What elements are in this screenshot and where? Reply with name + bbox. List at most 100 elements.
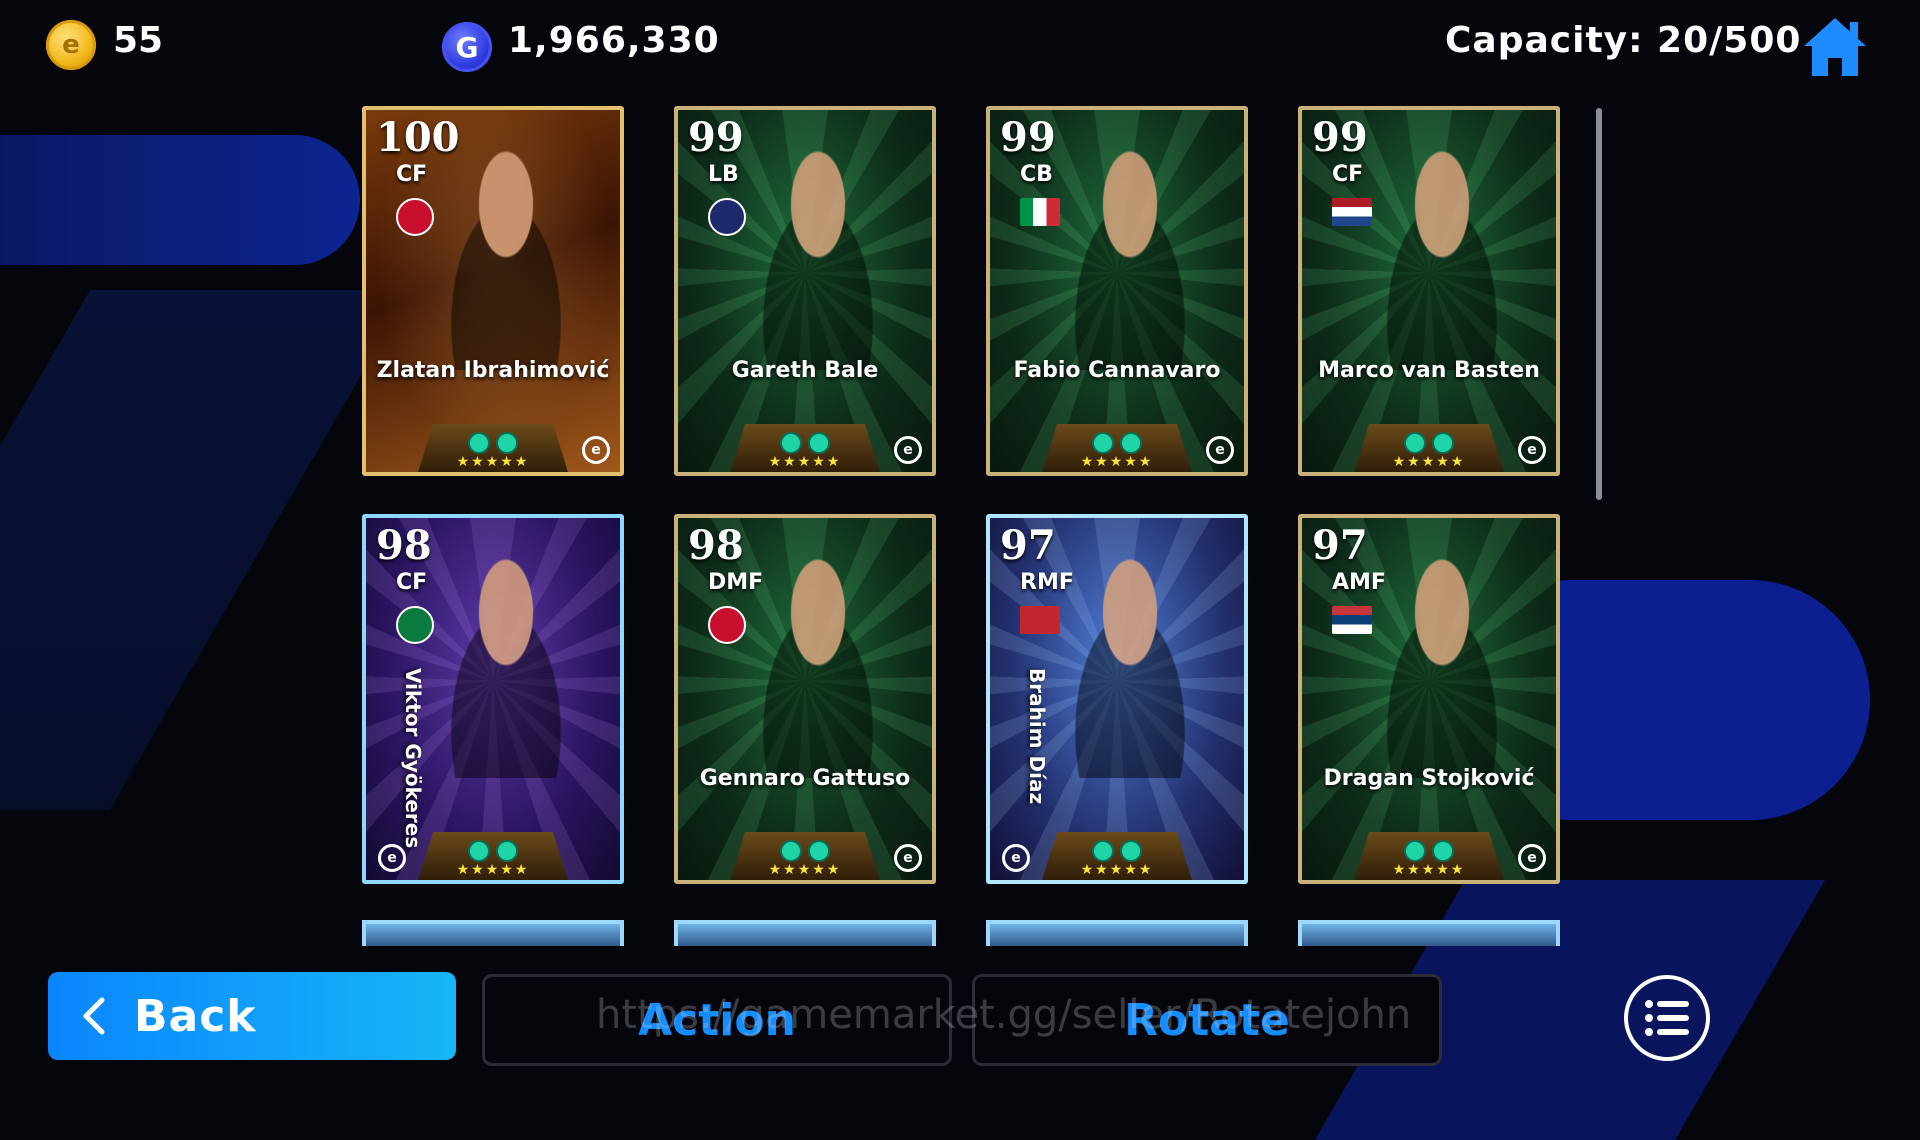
player-rating: 97 <box>1312 522 1368 569</box>
player-card[interactable]: 97 AMF Dragan Stojković ★★★★★ e <box>1298 514 1560 884</box>
star-rating: ★★★★★ <box>1080 862 1154 878</box>
player-position: LB <box>708 162 739 187</box>
skill-icon <box>468 840 490 862</box>
player-position: DMF <box>708 570 764 595</box>
player-name: Marco van Basten <box>1318 358 1540 383</box>
skill-icon <box>1092 840 1114 862</box>
player-position: RMF <box>1020 570 1074 595</box>
skill-icon <box>780 840 802 862</box>
background-shape <box>0 135 360 265</box>
menu-button[interactable] <box>1624 975 1710 1061</box>
club-crest-icon <box>708 198 746 236</box>
player-card[interactable]: 98 CF Viktor Gyökeres ★★★★★ e <box>362 514 624 884</box>
rotate-button[interactable]: Rotate <box>972 974 1442 1066</box>
back-label: Back <box>134 990 257 1042</box>
player-card-partial[interactable] <box>674 920 936 946</box>
skill-icon <box>808 840 830 862</box>
skill-icons <box>1404 432 1454 454</box>
list-icon <box>1645 1000 1689 1036</box>
skill-icon <box>496 432 518 454</box>
player-name: Gennaro Gattuso <box>699 766 911 791</box>
skill-icon <box>1120 432 1142 454</box>
rotate-label: Rotate <box>1124 994 1290 1046</box>
player-rating: 100 <box>376 114 460 161</box>
club-crest-icon <box>396 198 434 236</box>
efootball-logo-icon: e <box>894 844 922 872</box>
player-position: CB <box>1020 162 1053 187</box>
player-card[interactable]: 99 CB Fabio Cannavaro ★★★★★ e <box>986 106 1248 476</box>
home-icon <box>1804 18 1866 76</box>
club-crest-icon <box>396 606 434 644</box>
player-name: Viktor Gyökeres <box>401 668 425 849</box>
player-name: Fabio Cannavaro <box>1013 358 1221 383</box>
background-shape <box>0 290 411 810</box>
skill-icon <box>1404 840 1426 862</box>
skill-icons <box>468 840 518 862</box>
player-card[interactable]: 100 CF Zlatan Ibrahimović ★★★★★ e <box>362 106 624 476</box>
player-rating: 99 <box>1000 114 1056 161</box>
coin-count: 55 <box>113 20 164 61</box>
efootball-logo-icon: e <box>1518 436 1546 464</box>
player-card[interactable]: 98 DMF Gennaro Gattuso ★★★★★ e <box>674 514 936 884</box>
player-name: Dragan Stojković <box>1323 766 1535 791</box>
skill-icon <box>808 432 830 454</box>
chevron-left-icon <box>83 997 105 1035</box>
player-position: CF <box>1332 162 1364 187</box>
player-card-partial[interactable] <box>986 920 1248 946</box>
player-card[interactable]: 99 LB Gareth Bale ★★★★★ e <box>674 106 936 476</box>
player-portrait <box>733 140 903 370</box>
star-rating: ★★★★★ <box>456 862 530 878</box>
player-position: CF <box>396 570 428 595</box>
player-rating: 99 <box>688 114 744 161</box>
star-rating: ★★★★★ <box>768 862 842 878</box>
coin-icon: e <box>46 20 96 70</box>
skill-icon <box>780 432 802 454</box>
back-button[interactable]: Back <box>48 972 456 1060</box>
efootball-logo-icon: e <box>1518 844 1546 872</box>
player-name: Gareth Bale <box>731 358 879 383</box>
skill-icon <box>1120 840 1142 862</box>
efootball-logo-icon: e <box>582 436 610 464</box>
skill-icons <box>780 840 830 862</box>
efootball-logo-icon: e <box>378 844 406 872</box>
player-name: Brahim Díaz <box>1025 668 1049 805</box>
skill-icon <box>1092 432 1114 454</box>
star-rating: ★★★★★ <box>768 454 842 470</box>
nation-flag-icon <box>1020 606 1060 634</box>
skill-icon <box>496 840 518 862</box>
player-name: Zlatan Ibrahimović <box>376 358 610 383</box>
skill-icon <box>468 432 490 454</box>
efootball-logo-icon: e <box>1002 844 1030 872</box>
action-button[interactable]: Action <box>482 974 952 1066</box>
club-crest-icon <box>708 606 746 644</box>
skill-icon <box>1404 432 1426 454</box>
star-rating: ★★★★★ <box>1392 862 1466 878</box>
player-portrait <box>421 140 591 370</box>
skill-icon <box>1432 840 1454 862</box>
star-rating: ★★★★★ <box>1080 454 1154 470</box>
gp-count: 1,966,330 <box>508 20 720 61</box>
skill-icons <box>780 432 830 454</box>
player-rating: 99 <box>1312 114 1368 161</box>
gp-icon: G <box>442 22 492 72</box>
player-card-partial[interactable] <box>362 920 624 946</box>
player-card[interactable]: 99 CF Marco van Basten ★★★★★ e <box>1298 106 1560 476</box>
top-bar: e 55 G 1,966,330 Capacity: 20/500 <box>0 0 1920 90</box>
player-portrait <box>1045 140 1215 370</box>
nation-flag-icon <box>1020 198 1060 226</box>
scrollbar[interactable] <box>1596 108 1602 500</box>
player-card[interactable]: 97 RMF Brahim Díaz ★★★★★ e <box>986 514 1248 884</box>
skill-icon <box>1432 432 1454 454</box>
player-position: AMF <box>1332 570 1386 595</box>
skill-icons <box>1092 432 1142 454</box>
skill-icons <box>468 432 518 454</box>
player-portrait <box>421 548 591 778</box>
nation-flag-icon <box>1332 606 1372 634</box>
efootball-logo-icon: e <box>1206 436 1234 464</box>
star-rating: ★★★★★ <box>1392 454 1466 470</box>
star-rating: ★★★★★ <box>456 454 530 470</box>
efootball-logo-icon: e <box>894 436 922 464</box>
action-label: Action <box>638 994 796 1046</box>
home-button[interactable] <box>1800 14 1870 80</box>
player-card-partial[interactable] <box>1298 920 1560 946</box>
